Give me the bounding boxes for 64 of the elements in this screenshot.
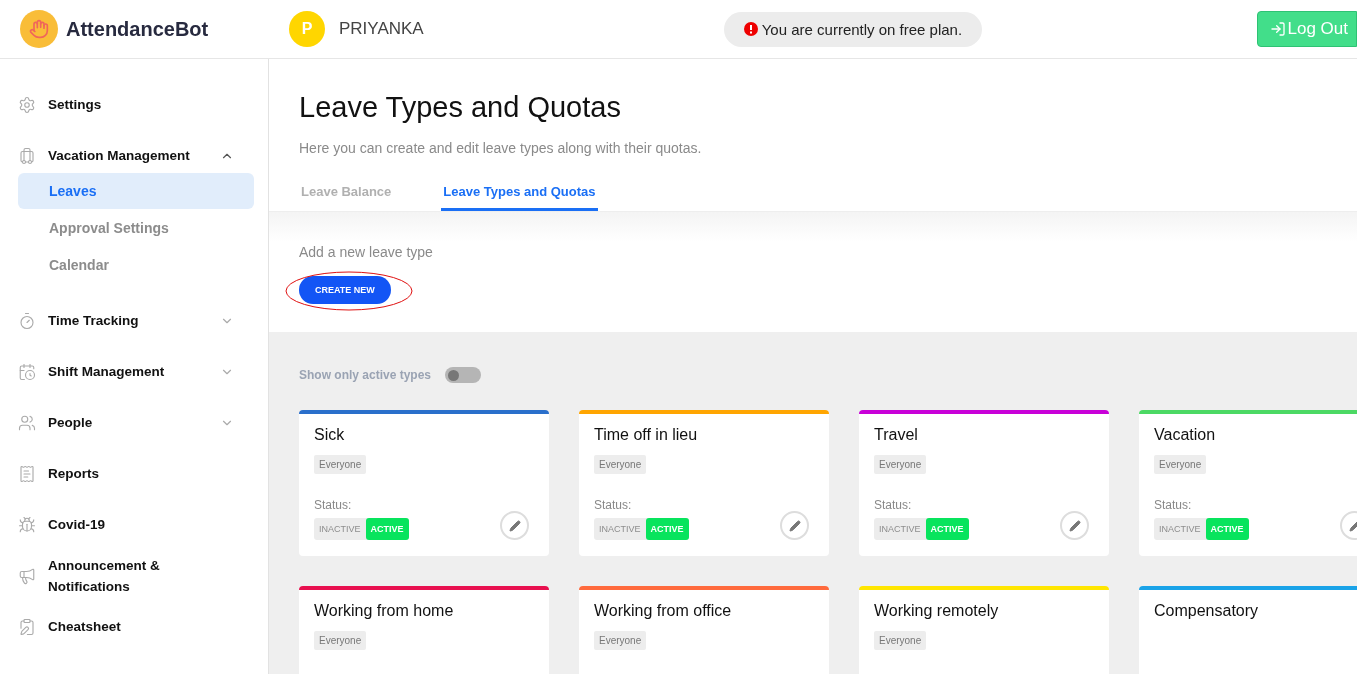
luggage-icon	[18, 146, 36, 165]
people-icon	[18, 413, 36, 432]
stopwatch-icon	[18, 311, 36, 330]
audience-tag: Everyone	[874, 631, 927, 650]
logo-icon	[20, 10, 58, 48]
alert-icon	[743, 22, 758, 36]
page-subtitle: Here you can create and edit leave types along with their quotas.	[299, 140, 703, 156]
active-option[interactable]: ACTIVE	[925, 518, 969, 540]
audience-tag: Everyone	[594, 455, 647, 474]
pencil-icon	[508, 519, 521, 532]
audience-tag: Everyone	[874, 455, 927, 474]
status-label: Status:	[594, 498, 633, 512]
active-option[interactable]: ACTIVE	[645, 518, 689, 540]
nav-item[interactable]: Vacation Management	[48, 145, 208, 166]
nav-subitem[interactable]: Leaves	[18, 173, 254, 209]
pencil-icon	[788, 519, 801, 532]
page-title: Leave Types and Quotas	[299, 91, 622, 124]
nav-item[interactable]: Reports	[48, 463, 208, 484]
audience-tag: Everyone	[594, 631, 647, 650]
nav-item[interactable]: Cheatsheet	[48, 616, 208, 637]
calendar-icon	[18, 362, 36, 381]
audience-tag: Everyone	[314, 631, 367, 650]
filter-label: Show only active types	[299, 368, 432, 382]
leave-type-name: Working remotely	[874, 602, 1000, 620]
leave-type-name: Time off in lieu	[594, 426, 699, 444]
leave-type-name: Travel	[874, 426, 919, 444]
status-label: Status:	[874, 498, 913, 512]
nav-item[interactable]: Time Tracking	[48, 310, 208, 331]
active-option[interactable]: ACTIVE	[365, 518, 409, 540]
leave-type-name: Working from office	[594, 602, 733, 620]
leave-type-name: Compensatory	[1154, 602, 1260, 620]
leave-type-name: Working from home	[314, 602, 455, 620]
status-label: Status:	[314, 498, 353, 512]
nav-item[interactable]: Settings	[48, 94, 208, 115]
megaphone-icon	[18, 566, 36, 585]
edit-button[interactable]	[780, 511, 809, 540]
nav-subitem[interactable]: Approval Settings	[18, 210, 254, 246]
nav-item[interactable]: People	[48, 412, 208, 433]
logout-button[interactable]: Log Out	[1256, 11, 1357, 47]
active-toggle[interactable]	[445, 367, 482, 383]
create-label: Add a new leave type	[299, 244, 434, 260]
nav-subitem[interactable]: Calendar	[18, 247, 254, 283]
logout-icon	[1269, 21, 1286, 37]
notice-text: You are currently on free plan.	[761, 20, 963, 38]
brand-name: AttendanceBot	[66, 17, 209, 41]
gear-icon	[18, 95, 36, 114]
audience-tag: Everyone	[1154, 455, 1207, 474]
status-label: Status:	[1154, 498, 1193, 512]
user-name: PRIYANKA	[339, 19, 424, 39]
nav-item[interactable]: Announcement & Notifications	[48, 554, 208, 597]
cheatsheet-icon	[18, 617, 36, 636]
leave-type-name: Sick	[314, 426, 346, 444]
edit-button[interactable]	[500, 511, 529, 540]
pencil-icon	[1068, 519, 1081, 532]
report-icon	[18, 464, 36, 483]
audience-tag: Everyone	[314, 455, 367, 474]
edit-button[interactable]	[1060, 511, 1089, 540]
nav-item[interactable]: Covid-19	[48, 514, 208, 535]
nav-item[interactable]: Shift Management	[48, 361, 208, 382]
create-new-button[interactable]: CREATE NEW	[299, 276, 391, 304]
virus-icon	[18, 515, 36, 534]
leave-type-name: Vacation	[1154, 426, 1217, 444]
tab[interactable]: Leave Balance	[299, 184, 394, 211]
active-option[interactable]: ACTIVE	[1205, 518, 1249, 540]
